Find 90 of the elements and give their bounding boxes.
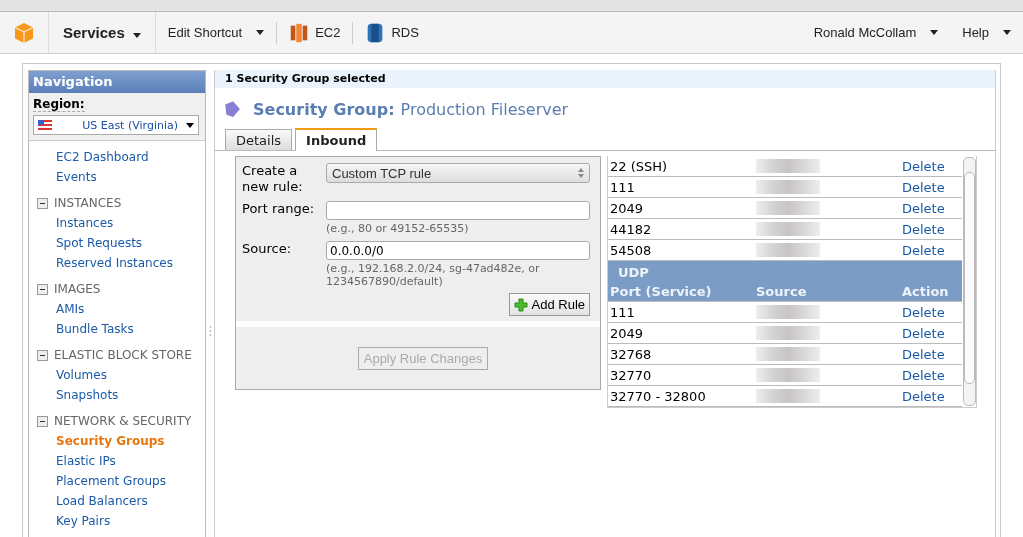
port-cell-text: 2049 xyxy=(609,325,645,341)
blurred-source xyxy=(756,222,820,236)
port-cell-text: 32770 - 32800 xyxy=(609,388,707,404)
tab[interactable]: Inbound xyxy=(295,128,378,151)
rds-shortcut[interactable]: RDS xyxy=(353,21,431,44)
port-range-field[interactable] xyxy=(326,201,590,220)
port-cell-text: 111 xyxy=(609,179,636,195)
delete-link[interactable]: Delete xyxy=(902,200,962,216)
collapse-toggle[interactable] xyxy=(37,349,48,361)
section-title: IMAGES xyxy=(54,282,101,296)
delete-link[interactable]: Delete xyxy=(902,179,962,195)
source-label: Source: xyxy=(242,241,293,258)
nav-link[interactable]: EC2 Dashboard xyxy=(37,147,205,167)
delete-link[interactable]: Delete xyxy=(902,367,962,383)
shield-icon xyxy=(223,100,241,118)
port-cell-text: 22 (SSH) xyxy=(609,158,669,174)
collapse-toggle[interactable] xyxy=(37,415,48,427)
nav-link[interactable]: Spot Requests xyxy=(37,233,205,253)
tab[interactable]: Details xyxy=(225,129,293,150)
source-hint: (e.g., 192.168.2.0/24, sg-47ad482e, or 1234567890/default) xyxy=(326,262,541,288)
column-header: Action xyxy=(902,284,950,299)
caret-icon xyxy=(930,30,939,35)
resize-grip[interactable] xyxy=(209,325,212,337)
edit-shortcut-menu[interactable]: Edit Shortcut xyxy=(155,25,277,40)
column-header: Port (Service) xyxy=(609,284,713,299)
user-menu[interactable]: Ronald McCollam xyxy=(801,25,951,40)
nav-link[interactable]: AMIs xyxy=(37,299,205,319)
navigation-header: Navigation xyxy=(29,71,205,93)
nav-link[interactable]: Load Balancers xyxy=(37,491,205,511)
nav-link[interactable]: Snapshots xyxy=(37,385,205,405)
section-title: ELASTIC BLOCK STORE xyxy=(54,348,192,362)
nav-link[interactable]: Reserved Instances xyxy=(37,253,205,273)
port-range-label: Port range: xyxy=(242,201,316,218)
caret-icon xyxy=(1003,30,1011,35)
source-field[interactable]: 0.0.0.0/0 xyxy=(326,241,590,260)
heading-label: Security Group: xyxy=(253,99,395,119)
port-cell-text: 111 xyxy=(609,304,636,320)
port-cell-text: 32770 xyxy=(609,367,653,383)
protocol-name: UDP xyxy=(617,264,650,281)
ec2-shortcut[interactable]: EC2 xyxy=(277,21,353,44)
blurred-source xyxy=(756,347,820,361)
delete-link[interactable]: Delete xyxy=(902,304,962,320)
port-cell-text: 2049 xyxy=(609,200,645,216)
delete-link[interactable]: Delete xyxy=(902,158,962,174)
nav-link[interactable]: Events xyxy=(37,167,205,187)
group-name: Production Fileserver xyxy=(400,99,569,119)
flag-icon xyxy=(38,120,52,130)
add-rule-button[interactable]: Add Rule xyxy=(508,293,590,316)
port-cell-text: 44182 xyxy=(609,221,653,237)
delete-link[interactable]: Delete xyxy=(902,221,962,237)
plus-icon xyxy=(513,297,528,312)
delete-link[interactable]: Delete xyxy=(902,242,962,258)
delete-link[interactable]: Delete xyxy=(902,346,962,362)
blurred-source xyxy=(756,368,820,382)
updown-arrows-icon xyxy=(578,168,584,178)
caret-icon xyxy=(256,30,265,35)
nav-link[interactable]: Volumes xyxy=(37,365,205,385)
collapse-toggle[interactable] xyxy=(37,283,48,295)
caret-icon xyxy=(132,33,141,38)
rule-type-select[interactable]: Custom TCP rule xyxy=(326,163,590,183)
section-title: INSTANCES xyxy=(54,196,122,210)
blurred-source xyxy=(756,389,820,403)
region-select[interactable]: US East (Virginia) xyxy=(33,115,199,135)
port-range-hint: (e.g., 80 or 49152-65535) xyxy=(326,222,470,235)
port-cell-text: 54508 xyxy=(609,242,653,258)
collapse-toggle[interactable] xyxy=(37,197,48,209)
delete-link[interactable]: Delete xyxy=(902,325,962,341)
blurred-source xyxy=(756,180,820,194)
region-label: Region: xyxy=(33,97,85,112)
services-menu[interactable]: Services xyxy=(48,12,156,53)
section-title: NETWORK & SECURITY xyxy=(54,414,192,428)
nav-link[interactable]: Bundle Tasks xyxy=(37,319,205,339)
blurred-source xyxy=(756,201,820,215)
blurred-source xyxy=(756,159,820,173)
blurred-source xyxy=(756,305,820,319)
nav-link[interactable]: Key Pairs xyxy=(37,511,205,531)
help-menu[interactable]: Help xyxy=(950,25,1023,40)
nav-link[interactable]: Instances xyxy=(37,213,205,233)
rule-label: Create a new rule: xyxy=(242,163,304,195)
selection-status: 1 Security Group selected xyxy=(215,70,995,88)
column-header: Source xyxy=(756,284,808,299)
caret-icon xyxy=(186,122,194,128)
scrollbar[interactable] xyxy=(963,157,976,406)
port-cell-text: 32768 xyxy=(609,346,653,362)
server-stack-icon xyxy=(289,21,310,44)
blurred-source xyxy=(756,243,820,257)
nav-link[interactable]: Elastic IPs xyxy=(37,451,205,471)
blurred-source xyxy=(756,326,820,340)
nav-link[interactable]: Placement Groups xyxy=(37,471,205,491)
delete-link[interactable]: Delete xyxy=(902,388,962,404)
